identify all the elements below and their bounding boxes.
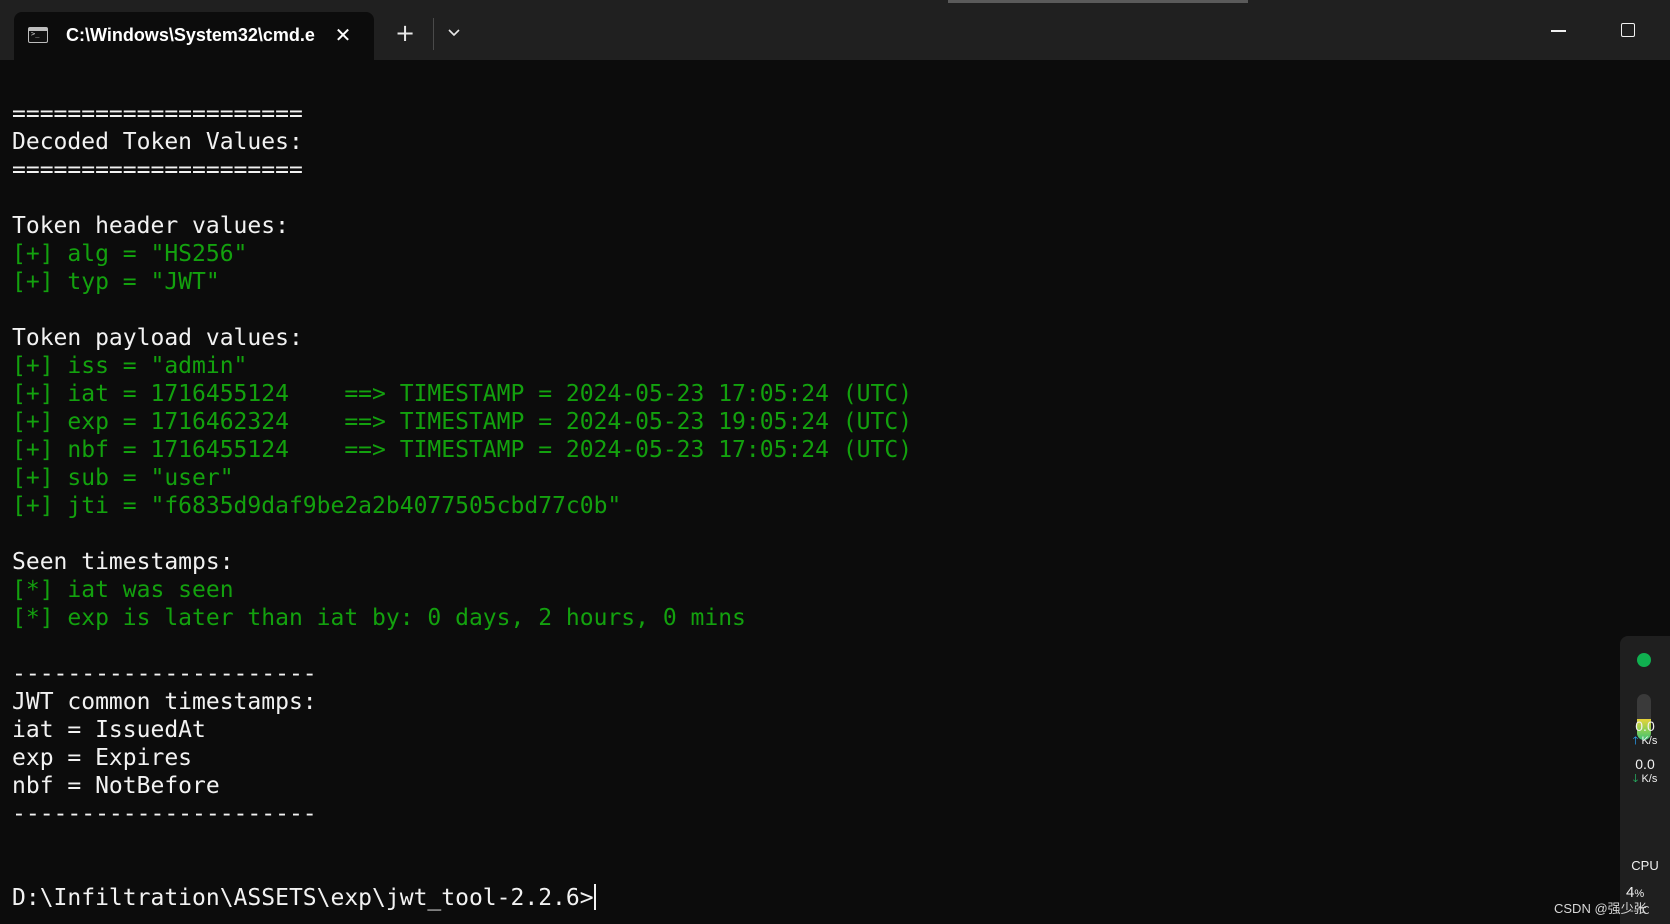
terminal-line: [+] jti = "f6835d9daf9be2a2b4077505cbd77… (12, 493, 622, 519)
terminal-icon (28, 27, 48, 43)
terminal-line: [+] nbf = 1716455124 ==> TIMESTAMP = 202… (12, 437, 913, 463)
system-monitor-widget[interactable]: 0.0 🡑 K/s 0.0 🡓 K/s CPU 4% --℃ (1620, 636, 1670, 924)
text-cursor (593, 884, 596, 910)
upload-speed-value: 0.0 (1635, 718, 1655, 734)
terminal-line: [+] alg = "HS256" (12, 241, 248, 267)
close-icon[interactable]: ✕ (332, 24, 354, 46)
upload-speed-unit: K/s (1641, 735, 1658, 747)
terminal-window: C:\Windows\System32\cmd.e ✕ + ==========… (0, 0, 1670, 924)
minimize-button[interactable] (1538, 18, 1578, 44)
terminal-line: [+] iss = "admin" (12, 353, 248, 379)
command-prompt[interactable]: D:\Infiltration\ASSETS\exp\jwt_tool-2.2.… (12, 884, 596, 912)
terminal-line: exp = Expires (12, 745, 193, 771)
terminal-line: [+] iat = 1716455124 ==> TIMESTAMP = 202… (12, 381, 913, 407)
tab-title: C:\Windows\System32\cmd.e (66, 25, 315, 45)
status-dot-icon (1637, 653, 1651, 667)
terminal-line: nbf = NotBefore (12, 773, 220, 799)
dropdown-button[interactable] (441, 20, 467, 46)
terminal-line: Token payload values: (12, 325, 303, 351)
chevron-down-icon (448, 29, 460, 37)
terminal-line: Token header values: (12, 213, 289, 239)
new-tab-button[interactable]: + (392, 20, 418, 46)
maximize-button[interactable] (1608, 18, 1648, 44)
download-speed: 0.0 🡓 K/s (1620, 756, 1670, 786)
terminal-line: Seen timestamps: (12, 549, 234, 575)
terminal-line: iat = IssuedAt (12, 717, 206, 743)
tab-divider (433, 18, 434, 50)
title-bar: C:\Windows\System32\cmd.e ✕ + (0, 0, 1670, 60)
arrow-up-icon: 🡑 (1632, 735, 1639, 747)
terminal-line: [+] exp = 1716462324 ==> TIMESTAMP = 202… (12, 409, 913, 435)
cpu-label: CPU (1631, 858, 1659, 873)
download-speed-unit: K/s (1641, 773, 1658, 785)
terminal-line: ===================== (12, 157, 303, 183)
terminal-line: ---------------------- (12, 801, 317, 827)
title-bar-top-strip (948, 0, 1248, 3)
terminal-line: [*] exp is later than iat by: 0 days, 2 … (12, 605, 746, 631)
terminal-line: [+] typ = "JWT" (12, 269, 220, 295)
download-speed-value: 0.0 (1635, 756, 1655, 772)
terminal-line: ===================== (12, 101, 303, 127)
arrow-down-icon: 🡓 (1632, 773, 1639, 785)
terminal-line: [+] sub = "user" (12, 465, 234, 491)
prompt-path: D:\Infiltration\ASSETS\exp\jwt_tool-2.2.… (12, 885, 594, 911)
watermark: CSDN @强少张 (1554, 901, 1647, 916)
terminal-output: ===================== Decoded Token Value… (12, 100, 912, 828)
terminal-line: ---------------------- (12, 661, 317, 687)
terminal-line: Decoded Token Values: (12, 129, 303, 155)
upload-speed: 0.0 🡑 K/s (1620, 718, 1670, 748)
tab-cmd[interactable]: C:\Windows\System32\cmd.e ✕ (14, 12, 374, 60)
terminal-line: [*] iat was seen (12, 577, 234, 603)
terminal-line: JWT common timestamps: (12, 689, 317, 715)
